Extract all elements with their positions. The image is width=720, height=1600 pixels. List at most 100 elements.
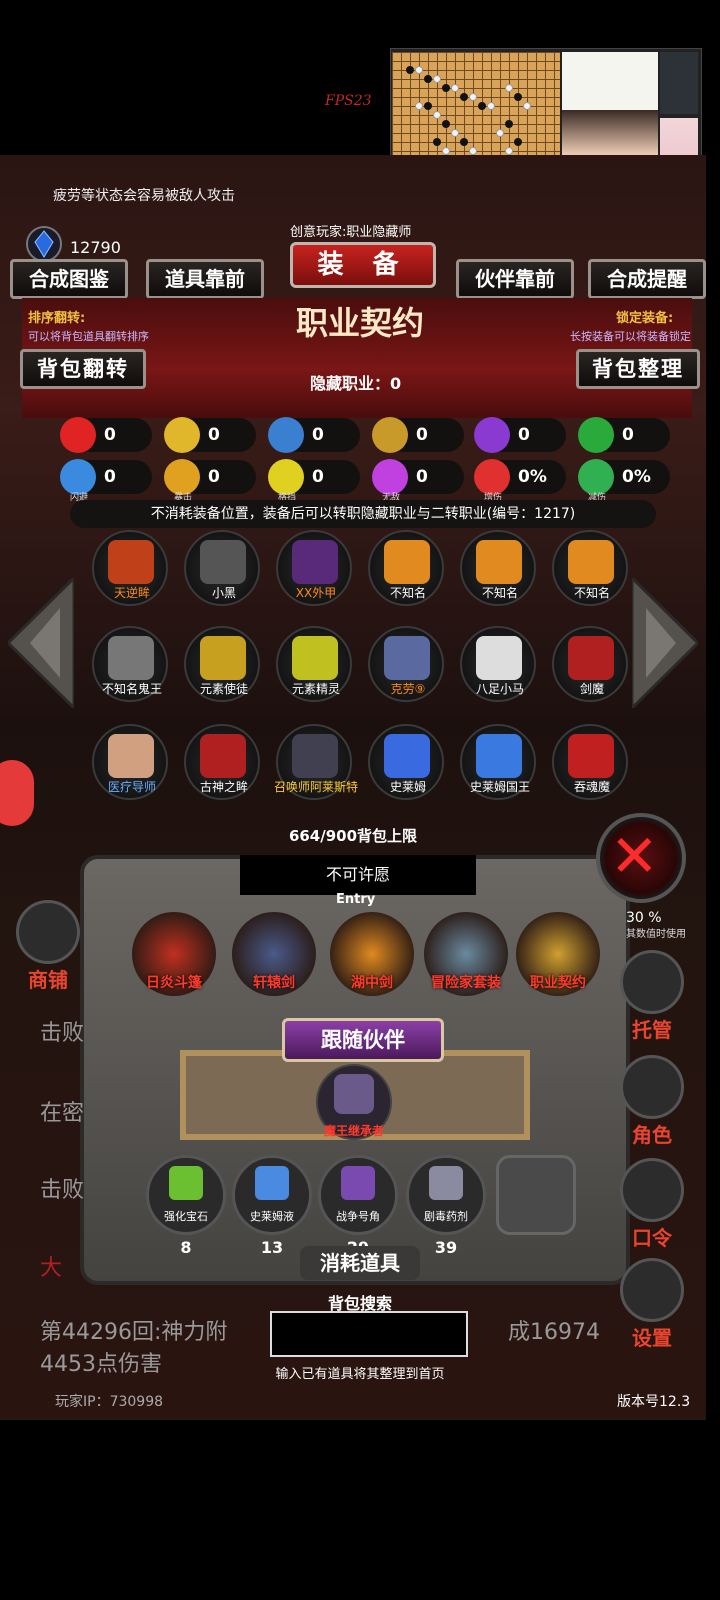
job-slot[interactable]: 元素精灵 xyxy=(276,626,352,702)
job-slot[interactable]: 小黑 xyxy=(184,530,260,606)
sort-flip-title: 排序翻转: xyxy=(28,311,86,326)
equipped-slot[interactable]: 日炎斗篷 xyxy=(132,912,216,996)
job-icon xyxy=(108,540,154,584)
next-page-arrow-icon[interactable] xyxy=(632,578,698,708)
stat-sword: 0 xyxy=(372,417,464,453)
synthesis-atlas-button[interactable]: 合成图鉴 xyxy=(10,259,128,299)
user-avatar-icon[interactable] xyxy=(0,760,34,826)
partner-slot[interactable]: 魔王继承者 xyxy=(316,1064,392,1140)
go-stone xyxy=(478,102,486,110)
bag-sort-button[interactable]: 背包整理 xyxy=(576,349,700,389)
go-stone xyxy=(487,102,495,110)
job-slot[interactable]: 不知名 xyxy=(552,530,628,606)
stat-block: 0 格挡 xyxy=(268,459,360,503)
stat-value: 0 xyxy=(622,425,634,445)
bag-search-input[interactable] xyxy=(270,1311,468,1357)
job-icon xyxy=(292,636,338,680)
job-name: 元素精灵 xyxy=(291,682,340,696)
go-stone xyxy=(514,138,522,146)
character-button[interactable]: 角色 xyxy=(620,1055,684,1148)
job-icon xyxy=(568,734,614,778)
job-slot[interactable]: 史莱姆国王 xyxy=(460,724,536,800)
job-name: 剑魔 xyxy=(579,682,604,696)
go-stone xyxy=(415,66,423,74)
auto-label: 托管 xyxy=(632,1018,672,1042)
contract-title: 职业契约 xyxy=(295,304,424,342)
go-stone xyxy=(505,84,513,92)
clover-icon xyxy=(578,417,614,453)
sort-flip-desc: 可以将背包道具翻转排序 xyxy=(28,330,149,343)
equipped-slot[interactable]: 职业契约 xyxy=(516,912,600,996)
job-slot[interactable]: 医疗导师 xyxy=(92,724,168,800)
job-icon xyxy=(568,540,614,584)
job-slot[interactable]: 召唤师阿莱斯特 xyxy=(274,724,358,800)
consumable-item[interactable]: 史莱姆液 13 xyxy=(232,1155,312,1257)
go-stone xyxy=(442,84,450,92)
job-slot[interactable]: XX外甲 xyxy=(276,530,352,606)
shop-button[interactable]: 商铺 xyxy=(16,900,80,993)
partner-name: 魔王继承者 xyxy=(323,1124,384,1138)
synthesis-reminder-button[interactable]: 合成提醒 xyxy=(588,259,706,299)
auto-button[interactable]: 托管 xyxy=(620,950,684,1043)
stat-value: 0 xyxy=(104,425,116,445)
shop-label: 商铺 xyxy=(28,968,68,992)
job-slot[interactable]: 吞魂魔 xyxy=(552,724,628,800)
password-label: 口令 xyxy=(632,1226,672,1250)
job-slot[interactable]: 克劳⑨ xyxy=(368,626,444,702)
job-name: 召唤师阿莱斯特 xyxy=(273,780,358,794)
password-button[interactable]: 口令 xyxy=(620,1158,684,1251)
job-slot[interactable]: 八足小马 xyxy=(460,626,536,702)
close-icon: ✕ xyxy=(610,822,659,890)
job-slot[interactable]: 天逆眸 xyxy=(92,530,168,606)
equipped-slot[interactable]: 轩辕剑 xyxy=(232,912,316,996)
job-name: 小黑 xyxy=(211,586,236,600)
stat-value: 0% xyxy=(622,467,651,487)
items-first-button[interactable]: 道具靠前 xyxy=(146,259,264,299)
job-slot[interactable]: 史莱姆 xyxy=(368,724,444,800)
job-icon xyxy=(384,734,430,778)
log-line: 第44296回:神力附 xyxy=(40,1320,228,1345)
job-icon xyxy=(108,636,154,680)
empty-item-slot[interactable] xyxy=(496,1155,576,1235)
prev-page-arrow-icon[interactable] xyxy=(8,578,74,708)
equipped-slot[interactable]: 冒险家套装 xyxy=(424,912,508,996)
fps-counter: FPS23 xyxy=(325,93,372,109)
job-icon xyxy=(384,636,430,680)
bag-flip-button[interactable]: 背包翻转 xyxy=(20,349,146,389)
job-slot[interactable]: 剑魔 xyxy=(552,626,628,702)
stat-clover: 0 xyxy=(578,417,670,453)
log-line: 大 xyxy=(40,1256,63,1281)
settings-button[interactable]: 设置 xyxy=(620,1258,684,1351)
bag-search-hint: 输入已有道具将其整理到首页 xyxy=(275,1367,445,1382)
value-note: 其数值时使用 xyxy=(626,929,686,940)
item-icon xyxy=(255,1166,289,1200)
log-line: 击败 xyxy=(40,1021,85,1046)
equipped-name: 日炎斗篷 xyxy=(146,975,202,991)
job-slot[interactable]: 不知名鬼王 xyxy=(92,626,168,702)
stat-value: 0 xyxy=(312,467,324,487)
consumable-item[interactable]: 剧毒药剂 39 xyxy=(406,1155,486,1257)
item-icon xyxy=(341,1166,375,1200)
job-icon xyxy=(476,636,522,680)
equipped-name: 职业契约 xyxy=(530,975,586,991)
log-line: 在密 xyxy=(40,1101,85,1126)
job-slot[interactable]: 不知名 xyxy=(368,530,444,606)
close-button[interactable]: ✕ xyxy=(596,813,686,903)
job-name: 不知名 xyxy=(389,586,426,600)
go-stone xyxy=(460,93,468,101)
wish-status: 不可许愿 xyxy=(240,855,476,895)
partner-icon xyxy=(334,1074,374,1114)
item-count: 39 xyxy=(434,1238,458,1257)
consumable-item[interactable]: 强化宝石 8 xyxy=(146,1155,226,1257)
job-name: 吞魂魔 xyxy=(573,780,610,794)
character-label: 角色 xyxy=(632,1123,672,1147)
consumable-item[interactable]: 战争号角29 xyxy=(318,1155,398,1257)
job-icon xyxy=(384,540,430,584)
job-slot[interactable]: 古神之眸 xyxy=(184,724,260,800)
job-slot[interactable]: 不知名 xyxy=(460,530,536,606)
partners-first-button[interactable]: 伙伴靠前 xyxy=(456,259,574,299)
job-name: 古神之眸 xyxy=(199,780,248,794)
currency-count: 12790 xyxy=(70,238,121,257)
job-slot[interactable]: 元素使徒 xyxy=(184,626,260,702)
equipped-slot[interactable]: 湖中剑 xyxy=(330,912,414,996)
